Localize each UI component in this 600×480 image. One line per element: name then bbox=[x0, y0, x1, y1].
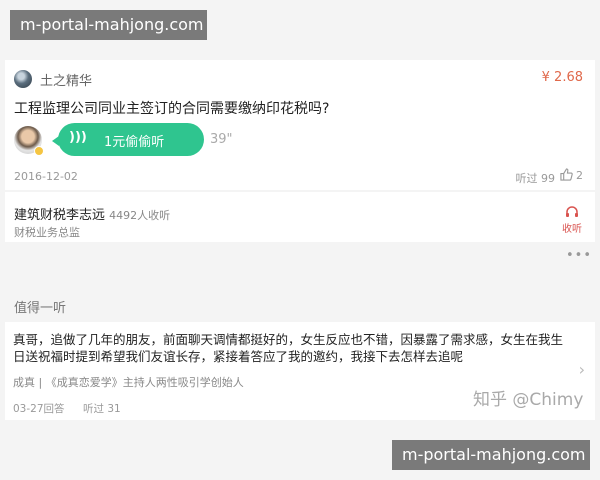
audio-duration: 39" bbox=[210, 132, 233, 147]
listen-button-label: 1元偷偷听 bbox=[104, 135, 165, 150]
recommend-date: 03-27回答 bbox=[13, 403, 65, 415]
verified-badge bbox=[34, 146, 44, 156]
expert-card[interactable]: 建筑财税李志远 4492人收听 财税业务总监 收听 bbox=[5, 192, 595, 242]
sound-wave-icon: ))) bbox=[69, 130, 87, 145]
chevron-right-icon[interactable]: › bbox=[579, 360, 585, 379]
question-card[interactable]: 土之精华 ¥ 2.68 工程监理公司同业主签订的合同需要缴纳印花税吗? ))) … bbox=[5, 60, 595, 190]
recommend-listen-count: 听过 31 bbox=[83, 403, 121, 415]
thumbs-up-icon bbox=[559, 168, 573, 181]
question-text[interactable]: 工程监理公司同业主签订的合同需要缴纳印花税吗? bbox=[14, 98, 329, 118]
recommend-question[interactable]: 真哥，追做了几年的朋友，前面聊天调情都挺好的，女生反应也不错，因暴露了需求感，女… bbox=[13, 331, 568, 365]
question-price: ¥ 2.68 bbox=[541, 70, 583, 85]
zhihu-watermark: 知乎 @Chimy bbox=[473, 390, 584, 410]
expert-name: 建筑财税李志远 bbox=[14, 208, 106, 223]
follow-label: 收听 bbox=[562, 224, 582, 235]
recommend-author[interactable]: 成真 | 《成真恋爱学》主持人两性吸引学创始人 bbox=[13, 374, 244, 390]
watermark-bottom: m-portal-mahjong.com bbox=[392, 440, 590, 470]
listen-button[interactable]: ))) 1元偷偷听 bbox=[52, 123, 204, 156]
more-icon[interactable]: ••• bbox=[566, 248, 592, 263]
asker-avatar[interactable] bbox=[14, 70, 32, 88]
follow-button[interactable]: 收听 bbox=[561, 206, 583, 235]
headset-icon bbox=[566, 206, 578, 217]
recommend-card[interactable]: 真哥，追做了几年的朋友，前面聊天调情都挺好的，女生反应也不错，因暴露了需求感，女… bbox=[5, 322, 595, 420]
watermark-top: m-portal-mahjong.com bbox=[10, 10, 207, 40]
like-button[interactable]: 2 bbox=[559, 168, 583, 182]
expert-title: 财税业务总监 bbox=[14, 226, 80, 239]
like-count: 2 bbox=[576, 169, 583, 182]
asker-name[interactable]: 土之精华 bbox=[40, 70, 92, 89]
section-title: 值得一听 bbox=[14, 301, 67, 316]
listen-count: 听过 99 bbox=[515, 172, 556, 185]
expert-followers: 4492人收听 bbox=[109, 209, 171, 222]
question-date: 2016-12-02 bbox=[14, 170, 78, 183]
expert-name-line[interactable]: 建筑财税李志远 4492人收听 bbox=[14, 204, 170, 223]
